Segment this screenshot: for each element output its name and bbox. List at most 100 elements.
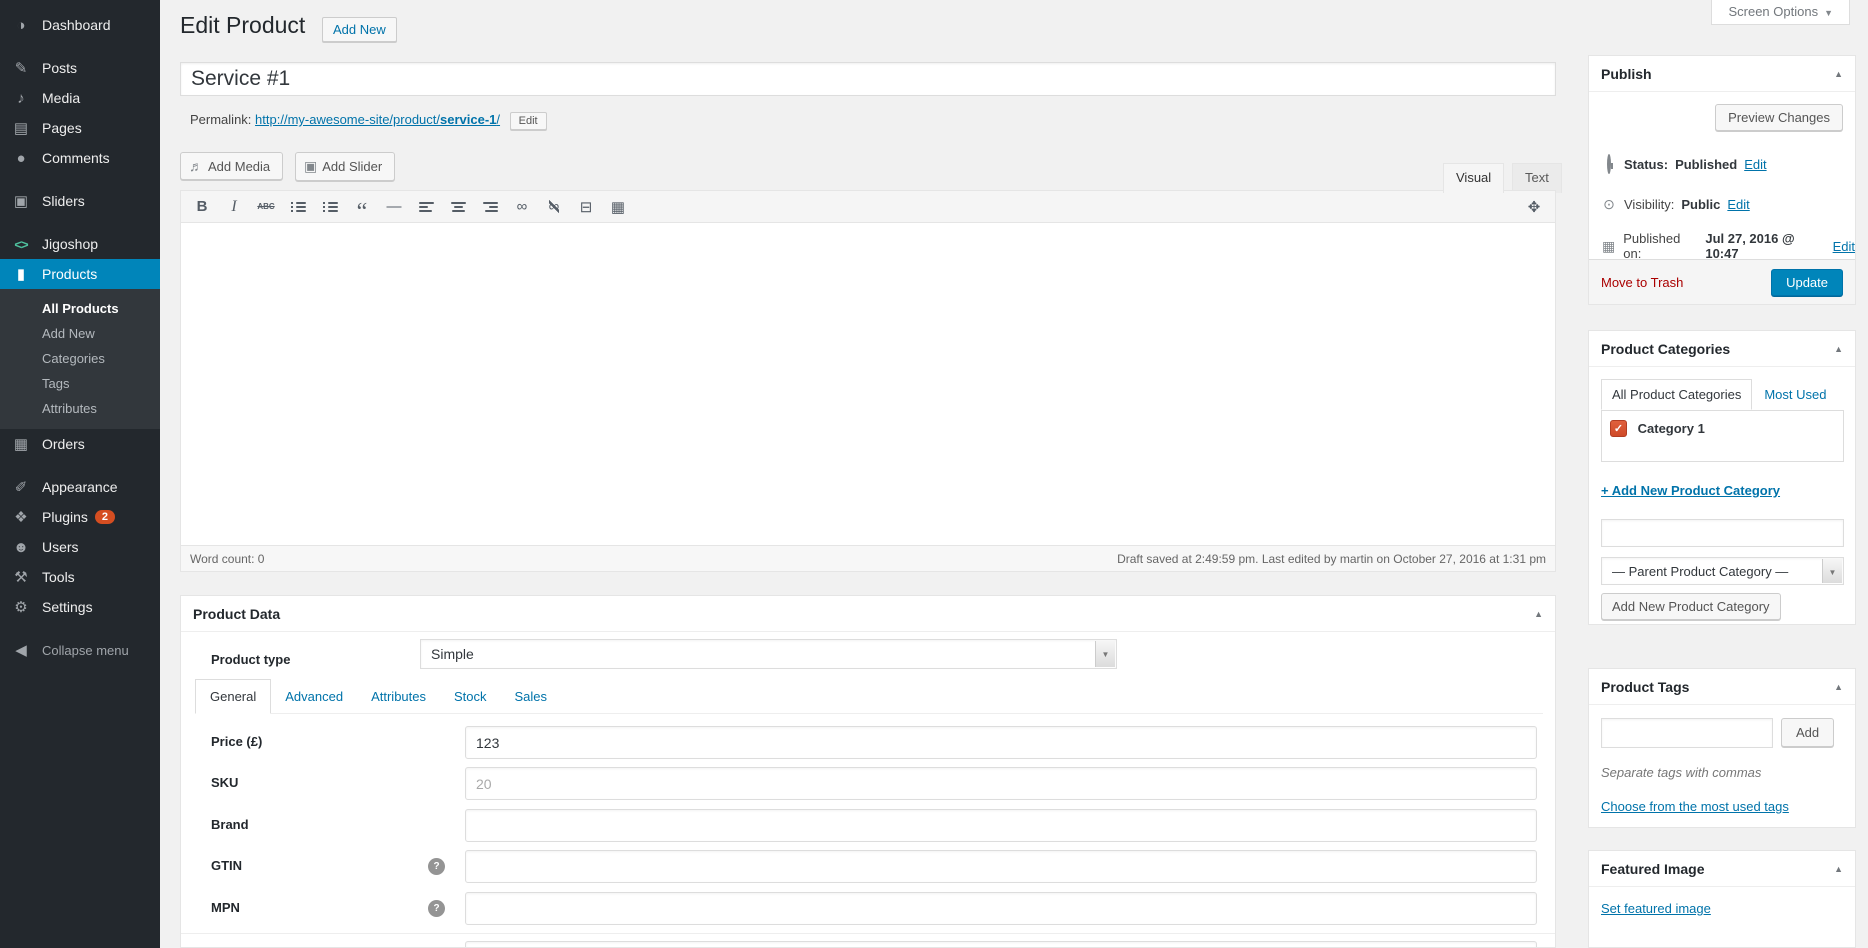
sidebar-item-plugins[interactable]: ❖ Plugins 2 [0,502,160,532]
product-categories-header[interactable]: Product Categories ▲ [1589,331,1855,367]
add-tag-button[interactable]: Add [1781,718,1835,747]
more-tag-icon: ⊟ [579,198,593,216]
strikethrough-button[interactable]: ABC [253,195,279,219]
sidebar-item-posts[interactable]: ✎ Posts [0,53,160,83]
add-slider-button[interactable]: ▣ Add Slider [295,152,396,181]
help-icon[interactable]: ? [428,858,445,875]
published-on-value: Jul 27, 2016 @ 10:47 [1705,231,1795,261]
featured-image-header[interactable]: Featured Image ▲ [1589,851,1855,887]
publish-header[interactable]: Publish ▲ [1589,56,1855,92]
sidebar-item-media[interactable]: ♪ Media [0,83,160,113]
add-new-category-link[interactable]: + Add New Product Category [1601,483,1780,498]
tab-advanced[interactable]: Advanced [271,680,357,713]
remove-link-button[interactable]: ∞ [541,195,567,219]
new-category-name-input[interactable] [1601,519,1844,547]
collapse-toggle-icon[interactable]: ▲ [1834,682,1843,692]
sidebar-item-dashboard[interactable]: ◑ Dashboard [0,10,160,40]
category-checklist: ✓ Category 1 [1601,410,1844,462]
collapse-toggle-icon[interactable]: ▲ [1834,69,1843,79]
sidebar-item-label: Collapse menu [42,642,129,658]
collapse-toggle-icon[interactable]: ▲ [1834,864,1843,874]
permalink-link[interactable]: http://my-awesome-site/product/service-1… [255,112,500,127]
clipped-input[interactable] [465,941,1537,947]
tab-sales[interactable]: Sales [501,680,562,713]
add-new-button[interactable]: Add New [322,17,397,42]
sidebar-item-comments[interactable]: ● Comments [0,143,160,173]
set-featured-image-link[interactable]: Set featured image [1601,901,1711,916]
tab-most-used[interactable]: Most Used [1752,380,1838,409]
media-icon: ♬ [189,158,203,174]
category-checkbox-checked[interactable]: ✓ [1610,420,1627,438]
add-media-button[interactable]: ♬ Add Media [180,152,284,180]
sidebar-item-appearance[interactable]: ✐ Appearance [0,472,160,502]
gtin-input[interactable] [465,850,1537,883]
add-new-category-button[interactable]: Add New Product Category [1601,593,1781,620]
collapse-toggle-icon[interactable]: ▲ [1534,609,1543,619]
toolbar-toggle-button[interactable]: ▦ [605,195,631,219]
horizontal-rule-button[interactable]: — [381,195,407,219]
move-to-trash-link[interactable]: Move to Trash [1601,275,1683,290]
tab-visual[interactable]: Visual [1443,163,1505,193]
edit-visibility-link[interactable]: Edit [1727,197,1749,212]
submenu-categories[interactable]: Categories [0,346,160,371]
dashboard-icon: ◑ [16,16,26,34]
more-tag-button[interactable]: ⊟ [573,195,599,219]
brand-input[interactable] [465,809,1537,842]
new-tag-input[interactable] [1601,718,1773,748]
numbered-list-button[interactable] [317,195,343,219]
sidebar-item-settings[interactable]: ⚙ Settings [0,592,160,622]
tab-general[interactable]: General [195,679,272,714]
sidebar-item-pages[interactable]: ▤ Pages [0,113,160,143]
submenu-tags[interactable]: Tags [0,371,160,396]
update-button[interactable]: Update [1771,268,1843,296]
product-type-select[interactable]: Simple ▼ [420,639,1117,669]
sidebar-item-sliders[interactable]: ▣ Sliders [0,186,160,216]
align-center-icon [450,201,466,212]
preview-changes-button[interactable]: Preview Changes [1715,104,1843,131]
product-tags-title: Product Tags [1601,678,1690,695]
price-input[interactable] [465,726,1537,759]
edit-status-link[interactable]: Edit [1744,157,1766,172]
submenu-add-new[interactable]: Add New [0,321,160,346]
product-title-input[interactable] [180,62,1556,96]
help-icon[interactable]: ? [428,900,445,917]
tab-attributes[interactable]: Attributes [357,680,440,713]
edit-published-link[interactable]: Edit [1833,239,1855,254]
appearance-icon: ✐ [14,479,28,496]
sidebar-item-jigoshop[interactable]: <> Jigoshop [0,229,160,259]
bulleted-list-button[interactable] [285,195,311,219]
users-icon: ☻ [13,538,29,556]
sku-input[interactable] [465,767,1537,800]
parent-category-select[interactable]: — Parent Product Category — ▼ [1601,557,1844,585]
submenu-all-products[interactable]: All Products [0,296,160,321]
bold-button[interactable]: B [189,195,215,219]
italic-button[interactable]: I [221,195,247,219]
sidebar-item-products[interactable]: ▮ Products [0,259,160,289]
page-title: Edit Product [180,12,306,38]
sidebar-item-users[interactable]: ☻ Users [0,532,160,562]
sidebar-item-tools[interactable]: ⚒ Tools [0,562,160,592]
align-center-button[interactable] [445,195,471,219]
align-left-button[interactable] [413,195,439,219]
tab-text[interactable]: Text [1512,163,1562,193]
insert-link-button[interactable]: ∞ [509,195,535,219]
tab-all-categories[interactable]: All Product Categories [1601,379,1753,410]
screen-options-tab[interactable]: Screen Options ▼ [1711,0,1850,25]
collapse-menu-button[interactable]: ◀ Collapse menu [0,635,160,665]
blockquote-button[interactable]: “ [349,195,375,224]
price-label: Price (£) [211,734,263,749]
product-data-header[interactable]: Product Data ▲ [181,596,1555,632]
collapse-toggle-icon[interactable]: ▲ [1834,344,1843,354]
fullscreen-button[interactable]: ✥ [1521,195,1547,219]
mpn-input[interactable] [465,892,1537,925]
permalink: Permalink: http://my-awesome-site/produc… [190,112,547,130]
submenu-attributes[interactable]: Attributes [0,396,160,421]
choose-most-used-tags-link[interactable]: Choose from the most used tags [1601,799,1789,814]
align-right-button[interactable] [477,195,503,219]
edit-permalink-button[interactable]: Edit [509,112,547,130]
editor-content-area[interactable] [181,223,1555,545]
sidebar-item-orders[interactable]: ▦ Orders [0,429,160,459]
italic-icon: I [231,197,237,215]
tab-stock[interactable]: Stock [440,680,501,713]
product-tags-header[interactable]: Product Tags ▲ [1589,669,1855,705]
